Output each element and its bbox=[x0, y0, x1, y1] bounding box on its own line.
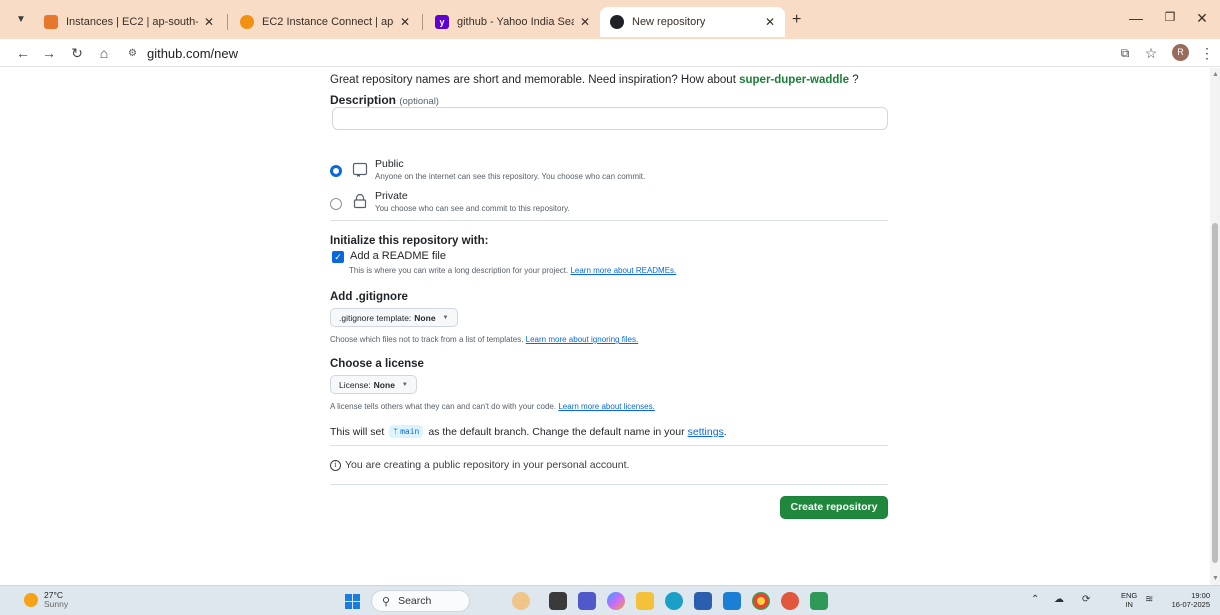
section-divider bbox=[330, 445, 888, 446]
copilot-icon[interactable] bbox=[607, 592, 625, 610]
learn-licenses-link[interactable]: Learn more about licenses. bbox=[558, 402, 655, 411]
learn-ignoring-files-link[interactable]: Learn more about ignoring files. bbox=[526, 335, 639, 344]
restore-icon[interactable]: ❐ bbox=[1160, 10, 1180, 24]
name-suggestion-link[interactable]: super-duper-waddle bbox=[739, 74, 849, 86]
license-description: A license tells others what they can and… bbox=[330, 402, 655, 411]
init-heading: Initialize this repository with: bbox=[330, 235, 489, 247]
default-branch-note: This will set ᛘ main as the default bran… bbox=[330, 425, 727, 438]
close-tab-icon[interactable]: ✕ bbox=[765, 15, 775, 29]
caret-down-icon: ▼ bbox=[401, 381, 408, 388]
tray-overflow-chevron-icon[interactable]: ⌃ bbox=[1031, 594, 1039, 605]
repo-book-icon bbox=[352, 162, 368, 177]
system-clock[interactable]: 19:00 16-07-2025 bbox=[1162, 591, 1210, 609]
github-icon bbox=[610, 15, 624, 29]
new-tab-plus-icon[interactable]: + bbox=[792, 11, 801, 29]
tab-divider bbox=[422, 14, 423, 30]
info-icon: i bbox=[330, 459, 341, 471]
minimize-icon[interactable]: — bbox=[1126, 10, 1146, 26]
tab-yahoo-search[interactable]: y github - Yahoo India Search Res ✕ bbox=[425, 7, 600, 37]
dell-icon[interactable] bbox=[723, 592, 741, 610]
page-scrollbar[interactable]: ▲ ▼ bbox=[1210, 68, 1220, 585]
aws-console-icon bbox=[44, 15, 58, 29]
lock-icon bbox=[353, 193, 367, 209]
reload-icon[interactable]: ↻ bbox=[68, 44, 86, 62]
gitignore-template-dropdown[interactable]: .gitignore template: None ▼ bbox=[330, 308, 458, 327]
tab-ec2-instance-connect[interactable]: EC2 Instance Connect | ap-south- ✕ bbox=[230, 7, 420, 37]
description-label: Description (optional) bbox=[330, 93, 439, 107]
readme-description: This is where you can write a long descr… bbox=[349, 266, 677, 275]
store-icon[interactable] bbox=[694, 592, 712, 610]
section-divider bbox=[330, 484, 888, 485]
repo-name-hint: Great repository names are short and mem… bbox=[330, 74, 859, 86]
tab-divider bbox=[227, 14, 228, 30]
scroll-down-arrow-icon[interactable]: ▼ bbox=[1212, 575, 1219, 582]
search-icon: ⚲ bbox=[382, 595, 391, 608]
caret-down-icon: ▼ bbox=[442, 314, 449, 321]
home-icon[interactable]: ⌂ bbox=[95, 44, 113, 62]
onedrive-icon[interactable]: ☁ bbox=[1054, 594, 1064, 605]
sun-icon bbox=[24, 593, 38, 607]
teams-icon[interactable] bbox=[578, 592, 596, 610]
readme-label[interactable]: Add a README file bbox=[350, 250, 446, 262]
profile-avatar[interactable]: R bbox=[1172, 44, 1189, 61]
close-tab-icon[interactable]: ✕ bbox=[400, 15, 410, 29]
tab-new-repository[interactable]: New repository ✕ bbox=[600, 7, 785, 37]
tab-ec2-instances[interactable]: Instances | EC2 | ap-south-1 ✕ bbox=[34, 7, 224, 37]
windows-start-icon[interactable] bbox=[345, 594, 360, 609]
tab-search-chevron-icon[interactable]: ▼ bbox=[12, 11, 30, 29]
chrome-icon[interactable] bbox=[752, 592, 770, 610]
private-radio[interactable] bbox=[330, 198, 342, 210]
scroll-thumb[interactable] bbox=[1212, 223, 1218, 563]
edge-icon[interactable] bbox=[665, 592, 683, 610]
git-branch-icon: ᛘ bbox=[393, 427, 399, 436]
excel-icon[interactable] bbox=[810, 592, 828, 610]
windows-taskbar: 27°C Sunny ⚲ Search ⌃ ☁ ⟳ ENG IN ≋ ♪ 19:… bbox=[0, 585, 1220, 615]
visibility-public-option[interactable]: Public Anyone on the internet can see th… bbox=[330, 158, 890, 188]
visibility-private-option[interactable]: Private You choose who can see and commi… bbox=[330, 190, 890, 220]
forward-arrow-icon[interactable]: → bbox=[40, 44, 58, 62]
bookmark-star-icon[interactable]: ☆ bbox=[1142, 44, 1160, 62]
public-repo-notice: i You are creating a public repository i… bbox=[330, 459, 629, 471]
create-repository-button[interactable]: Create repository bbox=[780, 496, 888, 519]
language-indicator[interactable]: ENG IN bbox=[1121, 591, 1137, 609]
weather-widget[interactable]: 27°C Sunny bbox=[24, 591, 68, 609]
public-radio[interactable] bbox=[330, 165, 342, 177]
gitignore-heading: Add .gitignore bbox=[330, 291, 408, 303]
url-text[interactable]: github.com/new bbox=[147, 46, 238, 61]
yahoo-icon: y bbox=[435, 15, 449, 29]
chrome-profile-icon[interactable] bbox=[781, 592, 799, 610]
gitignore-description: Choose which files not to track from a l… bbox=[330, 335, 639, 344]
readme-checkbox[interactable]: ✓ bbox=[332, 251, 344, 263]
section-divider bbox=[330, 220, 888, 221]
scroll-up-arrow-icon[interactable]: ▲ bbox=[1212, 71, 1219, 78]
close-tab-icon[interactable]: ✕ bbox=[204, 15, 214, 29]
wifi-icon[interactable]: ≋ bbox=[1145, 594, 1153, 605]
settings-link[interactable]: settings bbox=[688, 426, 724, 438]
license-heading: Choose a license bbox=[330, 358, 424, 370]
install-app-icon[interactable]: ⧉ bbox=[1116, 44, 1134, 62]
branch-chip: ᛘ main bbox=[389, 425, 424, 438]
address-toolbar: ← → ↻ ⌂ ⚙ github.com/new ⧉ ☆ R ⋮ bbox=[0, 39, 1220, 67]
taskbar-search[interactable]: ⚲ Search bbox=[371, 590, 470, 612]
task-view-icon[interactable] bbox=[549, 592, 567, 610]
page-content: Great repository names are short and mem… bbox=[0, 68, 1210, 585]
license-dropdown[interactable]: License: None ▼ bbox=[330, 375, 417, 394]
close-window-icon[interactable]: ✕ bbox=[1192, 10, 1212, 27]
network-sync-icon[interactable]: ⟳ bbox=[1082, 594, 1090, 605]
weather-condition-text: Sunny bbox=[44, 599, 69, 609]
copilot-widget-icon[interactable] bbox=[512, 592, 530, 610]
aws-cube-icon bbox=[240, 15, 254, 29]
file-explorer-icon[interactable] bbox=[636, 592, 654, 610]
site-info-icon[interactable]: ⚙ bbox=[128, 48, 137, 59]
browser-menu-icon[interactable]: ⋮ bbox=[1198, 44, 1216, 62]
description-input[interactable] bbox=[332, 107, 888, 130]
browser-tab-strip: ▼ Instances | EC2 | ap-south-1 ✕ EC2 Ins… bbox=[0, 0, 1220, 39]
close-tab-icon[interactable]: ✕ bbox=[580, 15, 590, 29]
learn-readmes-link[interactable]: Learn more about READMEs. bbox=[570, 266, 676, 275]
url-field[interactable]: ⚙ github.com/new bbox=[128, 43, 238, 63]
back-arrow-icon[interactable]: ← bbox=[14, 44, 32, 62]
